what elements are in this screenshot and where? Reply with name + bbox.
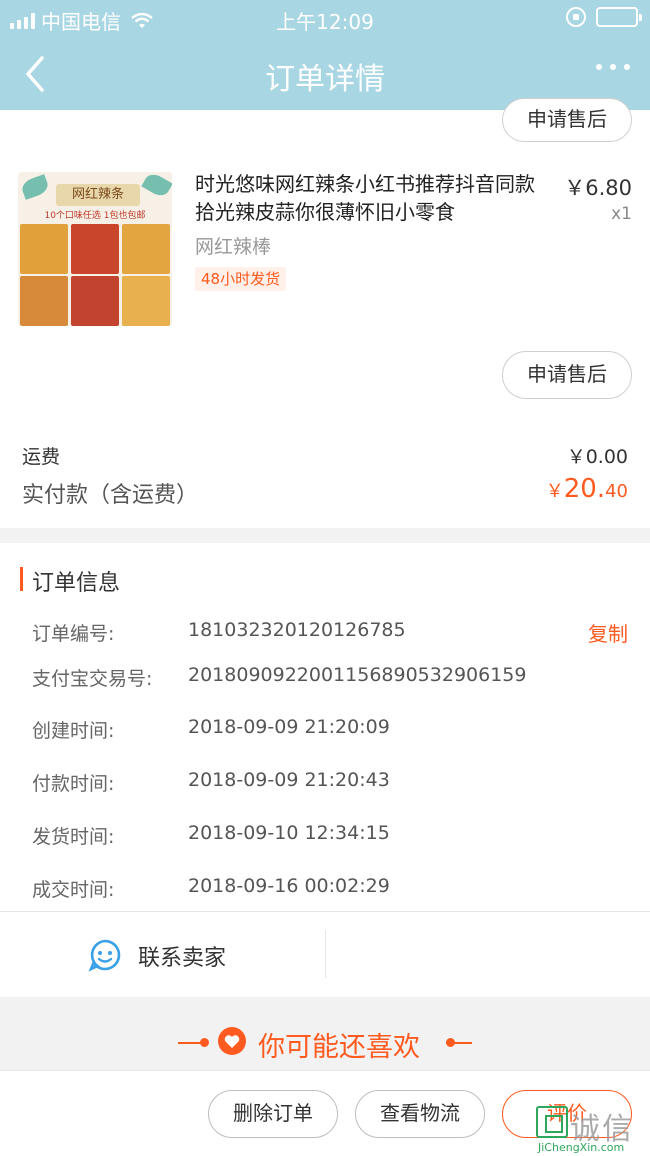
alipay-trade-no-label: 支付宝交易号: [32,668,153,690]
product-quantity: x1 [611,204,632,224]
shipping-fee-value: ￥0.00 [566,446,628,468]
completed-time-label: 成交时间: [32,879,115,901]
shipping-tag: 48小时发货 [195,267,287,291]
order-info-title: 订单信息 [32,571,121,596]
recommend-title: 你可能还喜欢 [258,1032,420,1063]
more-dots-icon [596,64,602,70]
product-name[interactable]: 时光悠味网红辣条小红书推荐抖音同款拾光辣皮蒜你很薄怀旧小零食 [195,170,545,226]
recommend-header: 你可能还喜欢 [0,997,650,1070]
copy-button[interactable]: 复制 [588,618,628,647]
paid-amount-label: 实付款（含运费） [22,483,199,508]
recommend-line-right [446,1042,472,1044]
clock: 上午12:09 [276,10,374,34]
contact-seller-button[interactable]: 联系卖家 [0,912,325,997]
battery-icon [596,7,642,27]
after-sale-button[interactable]: 申请售后 [502,351,632,399]
recommend-dot-left [200,1038,209,1047]
order-item-section: 申请售后 网红辣条 10个口味任选 1包也包邮 时光悠味网红辣条小红书推荐抖音同… [0,98,650,528]
section-accent-bar [20,567,23,591]
product-image-subtitle: 10个口味任选 1包也包邮 [44,211,146,221]
completed-time-value: 2018-09-16 00:02:29 [188,875,390,897]
shipping-fee-label: 运费 [22,446,61,468]
vertical-separator [325,930,326,978]
shipped-time-value: 2018-09-10 12:34:15 [188,822,390,844]
paid-time-label: 付款时间: [32,773,115,795]
watermark-icon [536,1106,568,1138]
paid-time-value: 2018-09-09 21:20:43 [188,769,390,791]
more-button[interactable] [596,64,630,70]
product-price: ￥6.80 [564,176,632,200]
product-sku: 网红辣棒 [195,236,272,258]
heart-icon [218,1027,246,1055]
order-number-value: 181032320120126785 [188,619,406,641]
order-number-label: 订单编号: [32,623,115,645]
status-bar: 中国电信 上午12:09 [0,0,650,36]
product-image-banner: 网红辣条 [56,184,140,206]
paid-amount-value: ￥20.40 [545,474,628,504]
delete-order-button[interactable]: 删除订单 [208,1090,338,1138]
page-title: 订单详情 [265,62,385,97]
top-bar: 中国电信 上午12:09 订单详情 [0,0,650,110]
view-logistics-button[interactable]: 查看物流 [355,1090,485,1138]
order-info-section: 订单信息 订单编号: 181032320120126785 复制 支付宝交易号:… [0,543,650,997]
watermark-logo: 诚信 JiChengXin.com [534,1104,650,1156]
created-time-label: 创建时间: [32,720,115,742]
alipay-trade-no-value: 2018090922001156890532906159 [188,664,527,686]
created-time-value: 2018-09-09 21:20:09 [188,716,390,738]
rotation-lock-icon [566,7,586,27]
contact-seller-label: 联系卖家 [138,946,227,971]
after-sale-button-top[interactable]: 申请售后 [502,98,632,142]
product-image[interactable]: 网红辣条 10个口味任选 1包也包邮 [18,172,172,326]
shipped-time-label: 发货时间: [32,826,115,848]
chat-face-icon [88,938,122,972]
